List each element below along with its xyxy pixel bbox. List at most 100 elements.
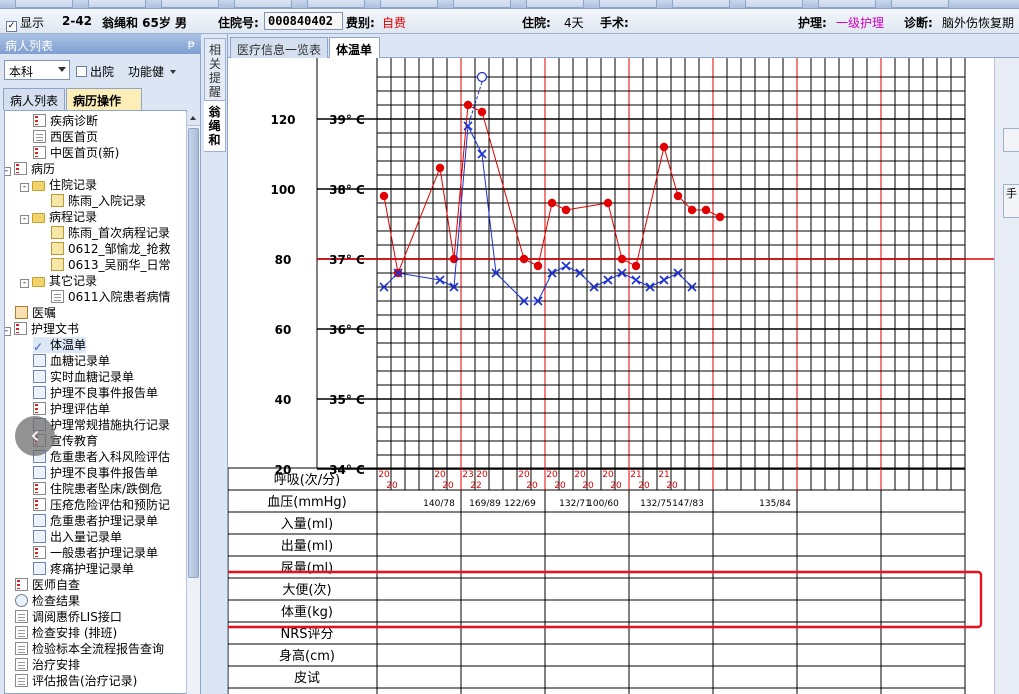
discharged-checkbox[interactable]: 出院: [76, 63, 114, 80]
tree-item-label: 0611入院患者病情: [68, 290, 171, 304]
inpatient-no-label: 住院号:: [218, 16, 259, 30]
tree-item-label: 评估报告(治疗记录): [32, 674, 138, 688]
tree-item[interactable]: 陈雨_入院记录: [51, 193, 146, 209]
menu-tab[interactable]: [745, 0, 803, 8]
tree-item[interactable]: 护理不良事件报告单: [33, 465, 158, 481]
chevron-down-icon[interactable]: [170, 70, 177, 74]
chevron-down-icon[interactable]: [58, 67, 66, 72]
menu-tab[interactable]: [307, 0, 365, 8]
menu-tab[interactable]: [526, 0, 584, 8]
tree-item[interactable]: 调阅惠侨LIS接口: [15, 609, 122, 625]
tab-record-operations[interactable]: 病历操作: [66, 88, 142, 110]
row-label: 入量(ml): [281, 517, 333, 532]
show-toggle[interactable]: ✓ 显示: [6, 14, 44, 32]
respiration-value: 21: [658, 470, 669, 480]
collapse-icon[interactable]: -: [20, 183, 29, 192]
tree-item-label: 检查结果: [32, 594, 81, 608]
tree-item[interactable]: 0612_邹愉龙_抢救: [51, 241, 171, 257]
tree-item[interactable]: 护理不良事件报告单: [33, 385, 158, 401]
checkbox-checked-icon[interactable]: ✓: [6, 21, 17, 32]
menu-tab[interactable]: [672, 0, 730, 8]
temp-dot-marker: [701, 205, 711, 215]
function-key-menu[interactable]: 功能健: [128, 63, 177, 80]
menu-tab[interactable]: [891, 0, 949, 8]
tree-item[interactable]: 评估报告(治疗记录): [15, 673, 137, 689]
tree-item[interactable]: - 病程记录: [20, 209, 97, 225]
collapse-icon[interactable]: -: [20, 215, 29, 224]
tree-item[interactable]: 检查安排 (排班): [15, 625, 117, 641]
collapse-icon[interactable]: -: [5, 167, 11, 176]
tree-item[interactable]: 一般患者护理记录单: [33, 545, 158, 561]
menu-tab[interactable]: [161, 0, 219, 8]
menu-tab[interactable]: [15, 0, 73, 8]
tree-item[interactable]: 0613_吴丽华_日常: [51, 257, 171, 273]
pin-icon[interactable]: ᵽ: [188, 37, 195, 50]
tab-related-reminders[interactable]: 相关提醒: [204, 38, 226, 102]
tree-item[interactable]: - 护理文书: [5, 321, 79, 337]
menu-tab[interactable]: [234, 0, 292, 8]
pulse-tick-label: 120: [270, 113, 295, 127]
red-doc-icon: [15, 578, 28, 591]
menu-tab[interactable]: [818, 0, 876, 8]
temp-tick-label: 39° C: [329, 113, 365, 127]
back-arrow-icon[interactable]: ‹: [15, 416, 55, 456]
tree-item[interactable]: - 病历: [5, 161, 56, 177]
tree-item-label: 中医首页(新): [50, 146, 120, 160]
tree-item[interactable]: 医师自查: [15, 577, 80, 593]
tree-item[interactable]: 血糖记录单: [33, 353, 110, 369]
side-button[interactable]: 手: [1003, 184, 1019, 218]
menu-tab[interactable]: [599, 0, 657, 8]
tree-item[interactable]: 压疮危险评估和预防记: [33, 497, 170, 513]
tree-item[interactable]: 西医首页: [33, 129, 98, 145]
tree-item[interactable]: 0611入院患者病情: [51, 289, 171, 305]
tab-temperature-chart[interactable]: 体温单: [329, 37, 380, 58]
tree-item[interactable]: 疾病诊断: [33, 113, 98, 129]
respiration-value: 21: [630, 470, 641, 480]
menu-tab[interactable]: [88, 0, 146, 8]
tree-item-label: 宣传教育: [50, 434, 99, 448]
tree-item[interactable]: ✓ 体温单: [33, 337, 87, 354]
menu-tab[interactable]: [380, 0, 438, 8]
temp-dot-marker: [617, 254, 627, 264]
tab-medical-overview[interactable]: 医疗信息一览表: [230, 37, 328, 58]
magnifier-icon: [15, 594, 28, 607]
temperature-chart: 120 39° C100 38° C80 37° C60 36° C40 35° C20 3…: [228, 58, 994, 694]
scroll-thumb[interactable]: [188, 128, 199, 578]
collapse-icon[interactable]: -: [5, 327, 11, 336]
tree-item[interactable]: 检查结果: [15, 593, 80, 609]
tree-item[interactable]: 检验标本全流程报告查询: [15, 641, 164, 657]
tree-item[interactable]: 中医首页(新): [33, 145, 119, 161]
scroll-up-arrow-icon[interactable]: [187, 112, 200, 126]
inpatient-no-field[interactable]: 000840402: [264, 12, 343, 30]
tree-item[interactable]: 出入量记录单: [33, 529, 122, 545]
tree-item[interactable]: 医嘱: [15, 305, 56, 321]
tree-scrollbar[interactable]: [186, 112, 200, 694]
respiration-value: 20: [610, 481, 622, 491]
tree-item[interactable]: 护理评估单: [33, 401, 110, 417]
tree-item[interactable]: 疼痛护理记录单: [33, 561, 134, 577]
tree-item[interactable]: 实时血糖记录单: [33, 369, 134, 385]
dept-select[interactable]: 本科: [4, 60, 70, 80]
tree-item[interactable]: 危重患者入科风险评估: [33, 449, 170, 465]
fee-type-label: 费别:: [346, 16, 375, 30]
side-button[interactable]: [1003, 128, 1019, 152]
tree-item[interactable]: 危重患者护理记录单: [33, 513, 158, 529]
menu-tab[interactable]: [453, 0, 511, 8]
red-doc-icon: [33, 402, 46, 415]
blood-pressure-value: 169/89: [469, 499, 501, 509]
tab-patient-list[interactable]: 病人列表: [3, 88, 65, 110]
tree-item[interactable]: 陈雨_首次病程记录: [51, 225, 170, 241]
tree-item-label: 病历: [31, 162, 56, 176]
collapse-icon[interactable]: -: [20, 279, 29, 288]
tree-item[interactable]: 住院患者坠床/跌倒危: [33, 481, 162, 497]
checkbox-icon[interactable]: [76, 66, 87, 77]
temp-tick-label: 35° C: [329, 393, 365, 407]
temp-dot-marker: [463, 100, 473, 110]
lock-doc-icon: [51, 258, 64, 271]
tree-item[interactable]: - 住院记录: [20, 177, 97, 193]
tree-item[interactable]: 治疗安排: [15, 657, 80, 673]
row-label: 身高(cm): [279, 648, 335, 664]
tree-item[interactable]: - 其它记录: [20, 273, 97, 289]
respiration-value: 20: [602, 470, 614, 480]
tab-patient-name[interactable]: 翁绳和: [204, 100, 226, 152]
